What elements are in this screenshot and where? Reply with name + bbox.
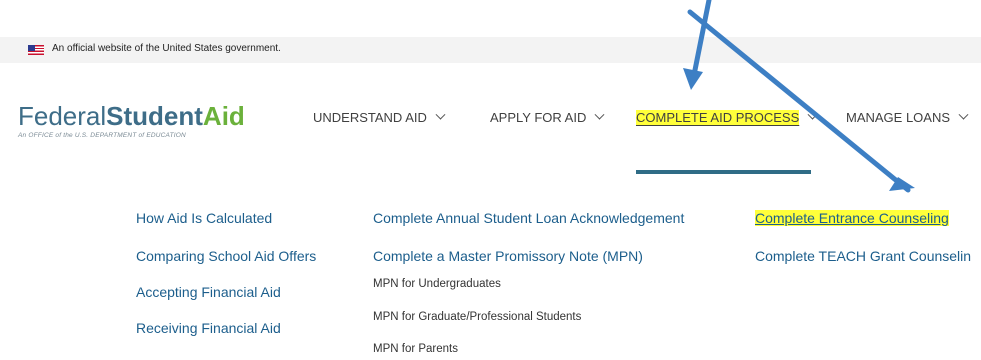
annotation-arrows [683,0,915,193]
arrowhead-down-icon [683,68,703,90]
arrow-shaft-to-nav [691,0,712,78]
arrow-shaft-to-entrance-counseling [687,9,911,193]
